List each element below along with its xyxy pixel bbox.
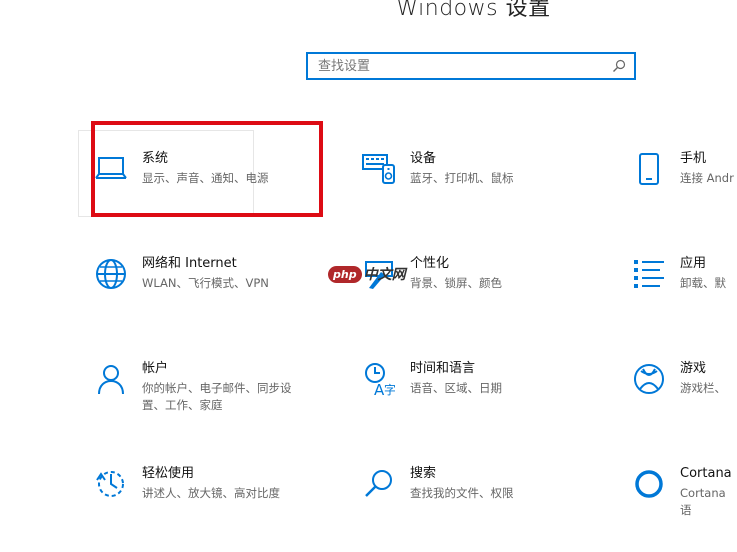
tile-label: 搜索 <box>410 466 437 481</box>
tile-desc: 卸载、默 <box>680 276 726 290</box>
search-box[interactable] <box>306 52 636 80</box>
tile-label: 手机 <box>680 151 707 166</box>
laptop-icon <box>94 152 128 186</box>
ease-of-access-icon <box>94 467 128 501</box>
search-input[interactable] <box>308 54 608 78</box>
cortana-icon <box>632 467 666 501</box>
tile-ease-of-access[interactable]: 轻松使用 讲述人、放大镜、高对比度 <box>94 463 280 502</box>
tile-desc: 你的帐户、电子邮件、同步设置、工作、家庭 <box>142 381 292 412</box>
tile-search[interactable]: 搜索 查找我的文件、权限 <box>362 463 514 502</box>
search-icon <box>362 467 396 501</box>
tile-desc: 游戏栏、 <box>680 381 726 395</box>
watermark-badge: php <box>328 265 362 283</box>
keyboard-devices-icon <box>362 152 396 186</box>
globe-icon <box>94 257 128 291</box>
paintbrush-icon <box>362 257 396 291</box>
tile-desc: Cortana 语 <box>680 486 726 517</box>
tile-phone[interactable]: 手机 连接 Andr <box>632 148 734 187</box>
tile-desc: 查找我的文件、权限 <box>410 486 514 500</box>
tile-desc: 讲述人、放大镜、高对比度 <box>142 486 280 500</box>
tile-desc: 蓝牙、打印机、鼠标 <box>410 171 514 185</box>
tile-gaming[interactable]: 游戏 游戏栏、 <box>632 358 726 397</box>
tile-desc: 背景、锁屏、颜色 <box>410 276 502 290</box>
tile-desc: WLAN、飞行模式、VPN <box>142 276 269 290</box>
tile-personalization[interactable]: 个性化 背景、锁屏、颜色 <box>362 253 502 292</box>
tile-label: 时间和语言 <box>410 361 476 376</box>
tile-label: 轻松使用 <box>142 466 195 481</box>
tile-label: 网络和 Internet <box>142 256 237 271</box>
xbox-icon <box>632 362 666 396</box>
apps-list-icon <box>632 257 666 291</box>
phone-icon <box>632 152 666 186</box>
tile-system[interactable]: 系统 显示、声音、通知、电源 <box>94 148 269 187</box>
tile-label: 设备 <box>410 151 437 166</box>
tile-label: 应用 <box>680 256 707 271</box>
tile-apps[interactable]: 应用 卸载、默 <box>632 253 726 292</box>
tile-devices[interactable]: 设备 蓝牙、打印机、鼠标 <box>362 148 514 187</box>
tile-network[interactable]: 网络和 Internet WLAN、飞行模式、VPN <box>94 253 269 292</box>
tile-label: Cortana <box>680 466 732 481</box>
tile-label: 系统 <box>142 151 169 166</box>
tile-desc: 语音、区域、日期 <box>410 381 502 395</box>
tile-time-language[interactable]: A字 时间和语言 语音、区域、日期 <box>362 358 502 397</box>
tile-accounts[interactable]: 帐户 你的帐户、电子邮件、同步设置、工作、家庭 <box>94 358 307 414</box>
tile-desc: 显示、声音、通知、电源 <box>142 171 269 185</box>
search-icon[interactable] <box>608 55 630 77</box>
tile-desc: 连接 Andr <box>680 171 734 185</box>
tile-label: 帐户 <box>142 361 169 376</box>
svg-text:字: 字 <box>384 382 395 396</box>
tile-label: 游戏 <box>680 361 707 376</box>
tile-cortana[interactable]: Cortana Cortana 语 <box>632 463 737 519</box>
page-title: Windows 设置 <box>396 0 551 21</box>
tile-label: 个性化 <box>410 256 450 271</box>
time-language-icon: A字 <box>362 362 396 396</box>
person-icon <box>94 362 128 396</box>
